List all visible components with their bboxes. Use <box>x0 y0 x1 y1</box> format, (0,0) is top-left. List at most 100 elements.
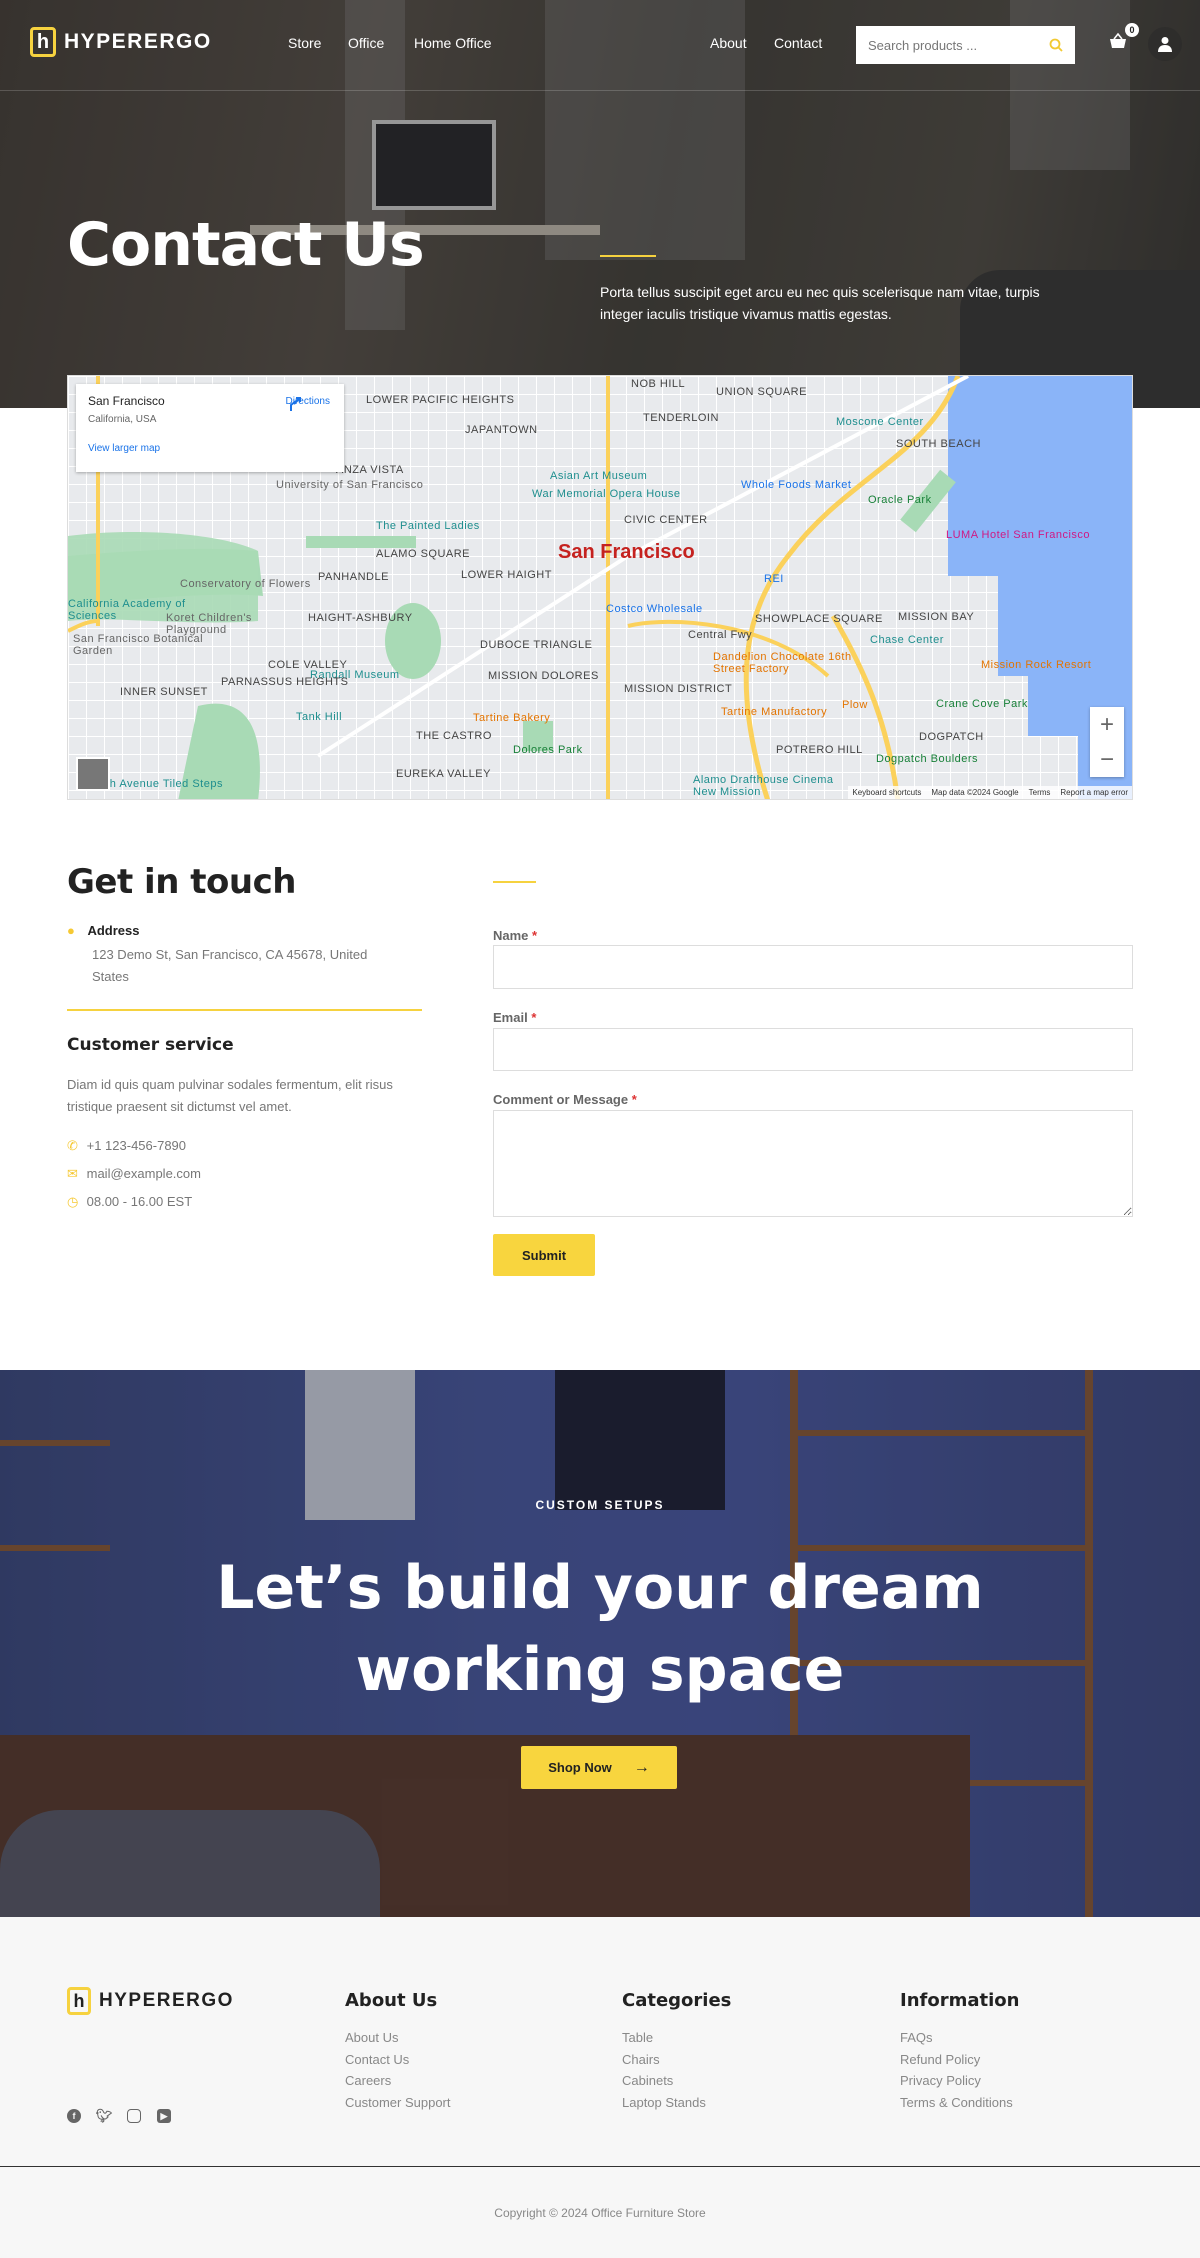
divider <box>67 1009 422 1011</box>
satellite-toggle[interactable] <box>76 757 110 791</box>
customer-service-text: Diam id quis quam pulvinar sodales ferme… <box>67 1077 393 1114</box>
map-label: HAIGHT-ASHBURY <box>308 612 413 624</box>
footer-link[interactable]: Terms & Conditions <box>900 2092 1019 2114</box>
map-info-card: San Francisco California, USA View large… <box>76 384 344 472</box>
keyboard-shortcuts-link[interactable]: Keyboard shortcuts <box>852 788 921 797</box>
shop-now-button[interactable]: Shop Now → <box>521 1746 677 1789</box>
map-label: Plow <box>842 699 868 711</box>
footer-column-title: Information <box>900 1990 1020 2011</box>
map-city-label: San Francisco <box>558 541 695 563</box>
arrow-right-icon: → <box>633 1758 650 1776</box>
footer-link[interactable]: Careers <box>345 2070 451 2092</box>
twitter-icon[interactable]: 🐦︎ <box>96 2108 113 2123</box>
footer-link[interactable]: Table <box>622 2027 731 2049</box>
footer-column: Information FAQs Refund Policy Privacy Poli… <box>900 1990 1019 2113</box>
search-box <box>856 26 1075 64</box>
map-label: San Francisco Botanical Garden <box>73 633 204 657</box>
zoom-out-button[interactable]: − <box>1100 746 1114 774</box>
nav-home-office[interactable]: Home Office <box>414 35 492 51</box>
map-label: Tartine Bakery <box>473 712 551 724</box>
footer-divider <box>0 2166 1200 2167</box>
logo-mark: h <box>30 27 56 57</box>
map-label: THE CASTRO <box>416 730 492 742</box>
email-input[interactable] <box>493 1028 1133 1071</box>
map-label: Costco Wholesale <box>606 603 703 615</box>
nav-office[interactable]: Office <box>348 35 384 51</box>
name-label: Name * <box>493 928 538 943</box>
footer-link[interactable]: About Us <box>345 2027 451 2049</box>
map-label: Tartine Manufactory <box>721 706 828 718</box>
footer-link[interactable]: Refund Policy <box>900 2049 1019 2071</box>
map-label: Dandelion Chocolate 16th Street Factory <box>713 651 852 675</box>
nav-store[interactable]: Store <box>288 35 321 51</box>
map-label: PANHANDLE <box>318 571 389 583</box>
zoom-controls: + − <box>1090 707 1124 777</box>
header-divider <box>0 90 1200 91</box>
map-pin-icon: ● <box>67 923 75 938</box>
footer-logo-mark: h <box>67 1987 91 2015</box>
map-label: 16th Avenue Tiled Steps <box>93 778 223 790</box>
facebook-icon[interactable]: f <box>67 2109 81 2123</box>
cta-headline-line-1: Let’s build your dream <box>216 1553 984 1623</box>
map-label: CIVIC CENTER <box>624 514 708 526</box>
search-input[interactable] <box>868 37 1038 53</box>
report-error-link[interactable]: Report a map error <box>1060 788 1128 797</box>
map-label: DUBOCE TRIANGLE <box>480 639 593 651</box>
name-input[interactable] <box>493 945 1133 989</box>
social-links: f 🐦︎ ▶ <box>67 2108 187 2123</box>
basket-icon <box>1110 32 1126 48</box>
zoom-in-button[interactable]: + <box>1100 711 1114 739</box>
footer-column-title: About Us <box>345 1990 438 2011</box>
instagram-icon[interactable] <box>127 2109 141 2123</box>
footer-logo[interactable]: h HYPERERGO <box>67 1987 234 2015</box>
map-label: MISSION BAY <box>898 611 975 623</box>
map-label: Alamo Drafthouse Cinema New Mission <box>693 774 834 798</box>
map-label: War Memorial Opera House <box>532 488 681 500</box>
footer-link[interactable]: Chairs <box>622 2049 731 2071</box>
hero-text: Porta tellus suscipit eget arcu eu nec q… <box>600 284 1040 322</box>
map-label: Chase Center <box>870 634 944 646</box>
view-larger-map-link[interactable]: View larger map <box>88 443 332 454</box>
map-label: Crane Cove Park <box>936 698 1028 710</box>
copyright: Copyright © 2024 Office Furniture Store <box>494 2206 706 2220</box>
map-label: NOB HILL <box>631 378 686 390</box>
youtube-icon[interactable]: ▶ <box>157 2109 171 2123</box>
map-label: SHOWPLACE SQUARE <box>755 613 883 625</box>
footer-link[interactable]: FAQs <box>900 2027 1019 2049</box>
cta-headline: Let’s build your dream working space <box>0 1547 1200 1711</box>
terms-link[interactable]: Terms <box>1029 788 1051 797</box>
footer-link[interactable]: Laptop Stands <box>622 2092 731 2114</box>
opening-hours: 08.00 - 16.00 EST <box>86 1194 193 1209</box>
search-icon[interactable] <box>1049 38 1063 52</box>
directions-icon <box>289 397 301 411</box>
email-address[interactable]: mail@example.com <box>87 1166 201 1181</box>
cart-count-badge: 0 <box>1125 23 1139 37</box>
phone-number[interactable]: +1 123-456-7890 <box>87 1138 186 1153</box>
cart-button[interactable]: 0 <box>1108 23 1139 55</box>
submit-button[interactable]: Submit <box>493 1234 595 1276</box>
account-button[interactable] <box>1148 27 1182 61</box>
message-textarea[interactable] <box>493 1110 1133 1217</box>
map-label: Asian Art Museum <box>550 470 648 482</box>
directions-button[interactable]: Directions <box>286 396 330 411</box>
get-in-touch-heading: Get in touch <box>67 862 296 902</box>
footer-link[interactable]: Customer Support <box>345 2092 451 2114</box>
clock-icon: ◷ <box>67 1194 79 1209</box>
footer-link[interactable]: Privacy Policy <box>900 2070 1019 2092</box>
nav-about[interactable]: About <box>710 35 747 51</box>
nav-contact[interactable]: Contact <box>774 35 822 51</box>
footer-link[interactable]: Cabinets <box>622 2070 731 2092</box>
map-label: SOUTH BEACH <box>896 438 981 450</box>
footer-link[interactable]: Contact Us <box>345 2049 451 2071</box>
map-label: PARNASSUS HEIGHTS <box>221 676 349 688</box>
shop-now-label: Shop Now <box>548 1760 612 1775</box>
map-label: Central Fwy <box>688 629 753 641</box>
map-data-text: Map data ©2024 Google <box>931 788 1019 797</box>
map-label: ALAMO SQUARE <box>376 548 471 560</box>
brand-logo[interactable]: h HYPERERGO <box>30 27 212 57</box>
email-label: Email * <box>493 1010 537 1025</box>
map-label: MISSION DISTRICT <box>624 683 733 695</box>
map-label: ANZA VISTA <box>336 464 404 476</box>
google-map[interactable]: LOWER PACIFIC HEIGHTS JAPANTOWN ANZA VISTA… <box>67 375 1133 800</box>
message-label: Comment or Message * <box>493 1092 637 1107</box>
